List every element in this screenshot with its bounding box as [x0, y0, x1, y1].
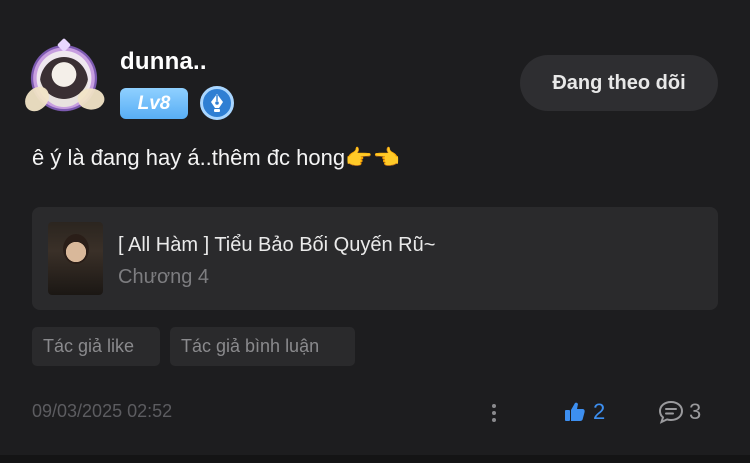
more-vertical-icon[interactable] — [484, 400, 504, 426]
timestamp: 09/03/2025 02:52 — [32, 401, 173, 421]
like-button[interactable]: 2 — [563, 397, 605, 427]
level-badge: Lv8 — [120, 88, 188, 119]
story-card[interactable]: [ All Hàm ] Tiểu Bảo Bối Quyến Rũ~ Chươn… — [32, 207, 718, 310]
pen-nib-icon — [200, 86, 234, 120]
comment-bubble-icon — [658, 400, 684, 424]
comment-count: 3 — [689, 399, 702, 424]
comment-text: ê ý là đang hay á..thêm đc hong👉👈 — [32, 145, 400, 170]
comment-post: dunna.. Lv8 Đang theo dõi ê ý là đang ha… — [0, 0, 750, 463]
divider — [0, 455, 750, 463]
following-button[interactable]: Đang theo dõi — [520, 55, 718, 111]
comment-button[interactable]: 3 — [657, 397, 701, 427]
avatar[interactable] — [20, 37, 108, 120]
story-title: [ All Hàm ] Tiểu Bảo Bối Quyến Rũ~ — [118, 234, 436, 256]
like-count: 2 — [593, 399, 606, 424]
username[interactable]: dunna.. — [120, 48, 207, 76]
tag-author-liked[interactable]: Tác giả like — [32, 327, 160, 366]
cover-figure — [63, 234, 89, 264]
thumbs-up-icon — [565, 402, 585, 421]
story-chapter: Chương 4 — [118, 266, 209, 288]
tag-author-replied[interactable]: Tác giả bình luận — [170, 327, 355, 366]
story-cover-image — [48, 222, 103, 295]
